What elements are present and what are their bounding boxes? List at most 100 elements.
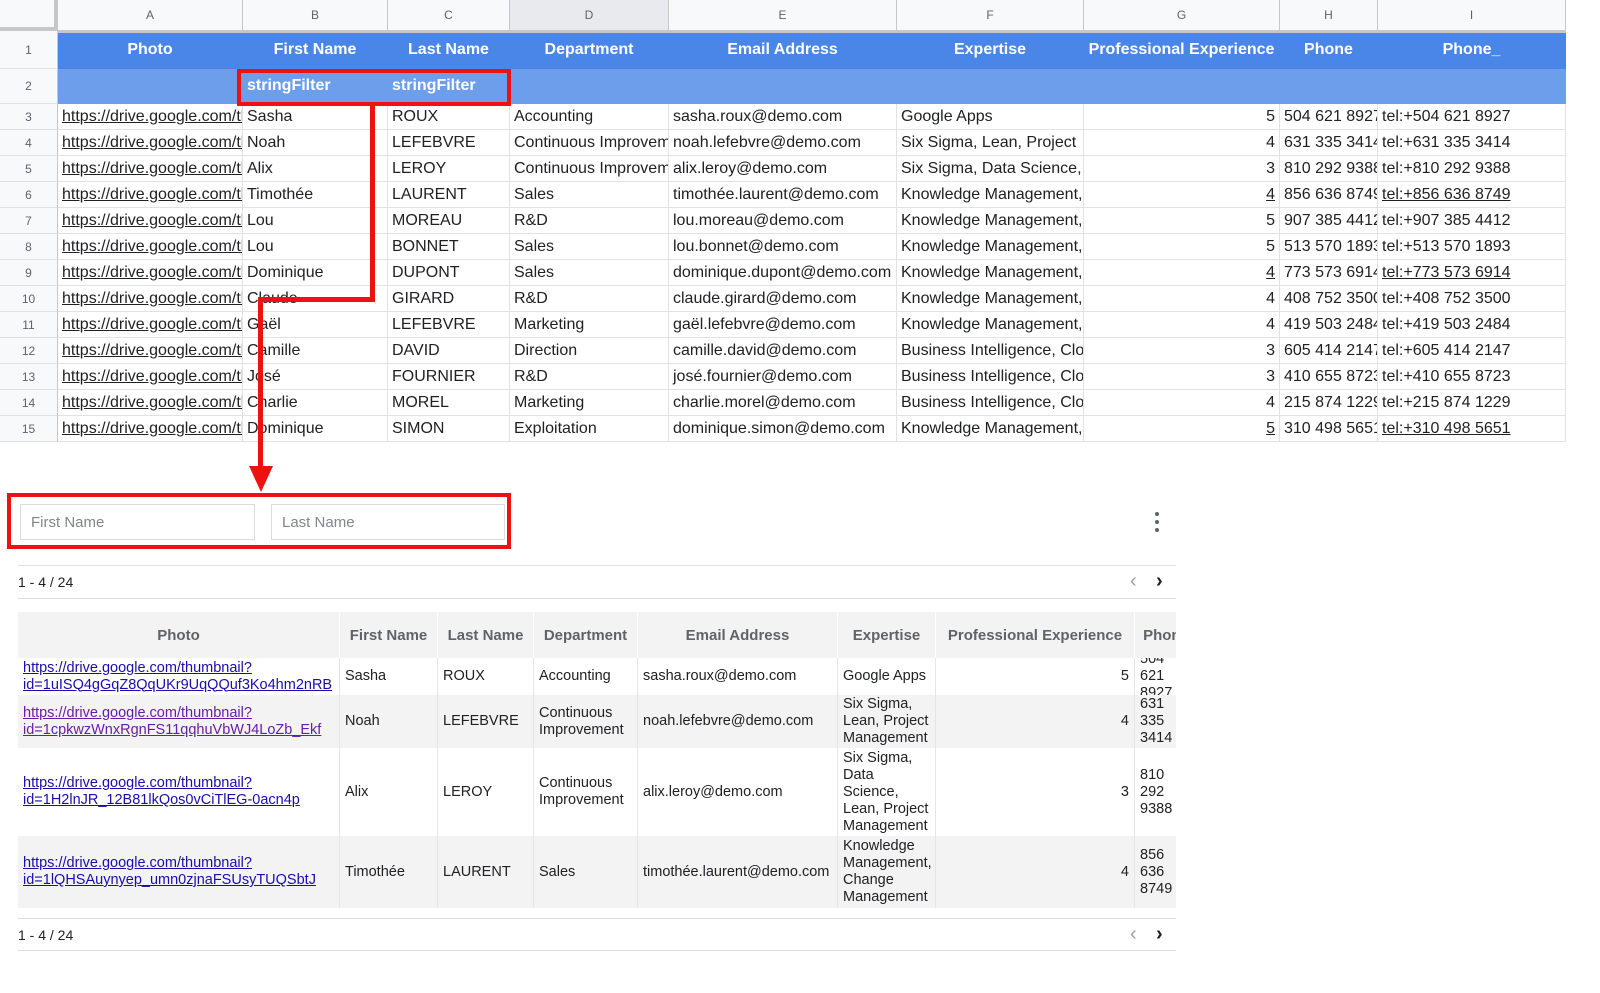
department-cell[interactable]: Accounting [510, 104, 669, 130]
column-header-d[interactable]: D [510, 0, 669, 31]
phone-cell[interactable]: 215 874 1229 [1280, 390, 1378, 416]
experience-cell[interactable]: 4 [1084, 130, 1280, 156]
row-header[interactable]: 4 [0, 130, 58, 156]
phone-link-cell[interactable]: tel:+631 335 3414 [1378, 130, 1566, 156]
photo-link-cell[interactable]: https://drive.google.com/tl [58, 260, 243, 286]
email-cell[interactable]: alix.leroy@demo.com [669, 156, 897, 182]
filter-cell[interactable] [510, 69, 669, 104]
experience-cell[interactable]: 5 [1084, 234, 1280, 260]
phone-cell[interactable]: 856 636 8749 [1280, 182, 1378, 208]
header-cell[interactable]: Department [510, 31, 669, 69]
last-name-cell[interactable]: LAURENT [388, 182, 510, 208]
photo-link-cell[interactable]: https://drive.google.com/tl [58, 286, 243, 312]
department-cell[interactable]: R&D [510, 364, 669, 390]
phone-cell[interactable]: 810 292 9388 [1280, 156, 1378, 182]
first-name-cell[interactable]: Charlie [243, 390, 388, 416]
experience-cell[interactable]: 3 [1084, 156, 1280, 182]
photo-link-cell[interactable]: https://drive.google.com/tl [58, 234, 243, 260]
column-header-b[interactable]: B [243, 0, 388, 31]
email-cell[interactable]: charlie.morel@demo.com [669, 390, 897, 416]
last-name-cell[interactable]: MOREL [388, 390, 510, 416]
first-name-cell[interactable]: Dominique [243, 416, 388, 442]
expertise-cell[interactable]: Knowledge Management, [897, 286, 1084, 312]
phone-link-cell[interactable]: tel:+504 621 8927 [1378, 104, 1566, 130]
photo-link-cell[interactable]: https://drive.google.com/tl [58, 312, 243, 338]
phone-link-cell[interactable]: tel:+410 655 8723 [1378, 364, 1566, 390]
phone-cell[interactable]: 410 655 8723 [1280, 364, 1378, 390]
email-cell[interactable]: camille.david@demo.com [669, 338, 897, 364]
email-cell[interactable]: noah.lefebvre@demo.com [669, 130, 897, 156]
department-cell[interactable]: R&D [510, 286, 669, 312]
phone-link-cell[interactable]: tel:+419 503 2484 [1378, 312, 1566, 338]
last-name-cell[interactable]: DAVID [388, 338, 510, 364]
header-cell[interactable]: Email Address [669, 31, 897, 69]
row-header[interactable]: 13 [0, 364, 58, 390]
last-name-cell[interactable]: LEFEBVRE [388, 130, 510, 156]
expertise-cell[interactable]: Knowledge Management, [897, 234, 1084, 260]
first-name-cell[interactable]: Gaël [243, 312, 388, 338]
experience-cell[interactable]: 4 [1084, 286, 1280, 312]
department-cell[interactable]: Exploitation [510, 416, 669, 442]
photo-link-cell[interactable]: https://drive.google.com/tl [58, 182, 243, 208]
row-header[interactable]: 9 [0, 260, 58, 286]
expertise-cell[interactable]: Knowledge Management, [897, 182, 1084, 208]
expertise-cell[interactable]: Business Intelligence, Clo [897, 390, 1084, 416]
column-header-last-name[interactable]: Last Name [438, 612, 534, 658]
experience-cell[interactable]: 5 [1084, 416, 1280, 442]
column-header-department[interactable]: Department [534, 612, 638, 658]
prev-page-icon[interactable]: ‹ [1130, 571, 1137, 591]
filter-cell[interactable] [897, 69, 1084, 104]
column-header-c[interactable]: C [388, 0, 510, 31]
header-cell[interactable]: Professional Experience [1084, 31, 1280, 69]
phone-cell[interactable]: 605 414 2147 [1280, 338, 1378, 364]
phone-cell[interactable]: 631 335 3414 [1280, 130, 1378, 156]
last-name-cell[interactable]: LEROY [388, 156, 510, 182]
expertise-cell[interactable]: Business Intelligence, Clo [897, 338, 1084, 364]
row-header[interactable]: 1 [0, 31, 58, 69]
filter-cell[interactable] [58, 69, 243, 104]
header-cell[interactable]: Photo [58, 31, 243, 69]
department-cell[interactable]: Continuous Improvement [510, 130, 669, 156]
next-page-icon[interactable]: › [1156, 571, 1163, 591]
experience-cell[interactable]: 4 [1084, 312, 1280, 338]
experience-cell[interactable]: 4 [1084, 260, 1280, 286]
row-header[interactable]: 14 [0, 390, 58, 416]
phone-cell[interactable]: 419 503 2484 [1280, 312, 1378, 338]
first-name-cell[interactable]: Alix [243, 156, 388, 182]
expertise-cell[interactable]: Knowledge Management, [897, 416, 1084, 442]
photo-url-link[interactable]: https://drive.google.com/thumbnail? id=1… [23, 855, 316, 889]
expertise-cell[interactable]: Six Sigma, Lean, Project [897, 130, 1084, 156]
phone-link-cell[interactable]: tel:+605 414 2147 [1378, 338, 1566, 364]
header-cell[interactable]: Expertise [897, 31, 1084, 69]
last-name-cell[interactable]: SIMON [388, 416, 510, 442]
photo-url-link[interactable]: https://drive.google.com/thumbnail? id=1… [23, 705, 321, 739]
photo-link-cell[interactable]: https://drive.google.com/tl [58, 338, 243, 364]
email-cell[interactable]: dominique.dupont@demo.com [669, 260, 897, 286]
column-header-i[interactable]: I [1378, 0, 1566, 31]
phone-link-cell[interactable]: tel:+773 573 6914 [1378, 260, 1566, 286]
row-header[interactable]: 15 [0, 416, 58, 442]
column-header-photo[interactable]: Photo [18, 612, 340, 658]
first-name-cell[interactable]: Lou [243, 234, 388, 260]
experience-cell[interactable]: 3 [1084, 338, 1280, 364]
row-header[interactable]: 5 [0, 156, 58, 182]
filter-cell[interactable] [1378, 69, 1566, 104]
photo-link-cell[interactable]: https://drive.google.com/tl [58, 390, 243, 416]
expertise-cell[interactable]: Knowledge Management, [897, 312, 1084, 338]
row-header[interactable]: 11 [0, 312, 58, 338]
experience-cell[interactable]: 5 [1084, 104, 1280, 130]
last-name-filter-input[interactable]: Last Name [271, 504, 505, 540]
phone-link-cell[interactable]: tel:+810 292 9388 [1378, 156, 1566, 182]
column-header-f[interactable]: F [897, 0, 1084, 31]
header-cell[interactable]: First Name [243, 31, 388, 69]
photo-link-cell[interactable]: https://drive.google.com/tl [58, 364, 243, 390]
experience-cell[interactable]: 5 [1084, 208, 1280, 234]
phone-link-cell[interactable]: tel:+856 636 8749 [1378, 182, 1566, 208]
row-header[interactable]: 2 [0, 69, 58, 104]
phone-cell[interactable]: 504 621 8927 [1280, 104, 1378, 130]
prev-page-icon[interactable]: ‹ [1130, 924, 1137, 944]
department-cell[interactable]: Sales [510, 260, 669, 286]
row-header[interactable]: 10 [0, 286, 58, 312]
filter-cell[interactable] [1084, 69, 1280, 104]
header-cell[interactable]: Last Name [388, 31, 510, 69]
